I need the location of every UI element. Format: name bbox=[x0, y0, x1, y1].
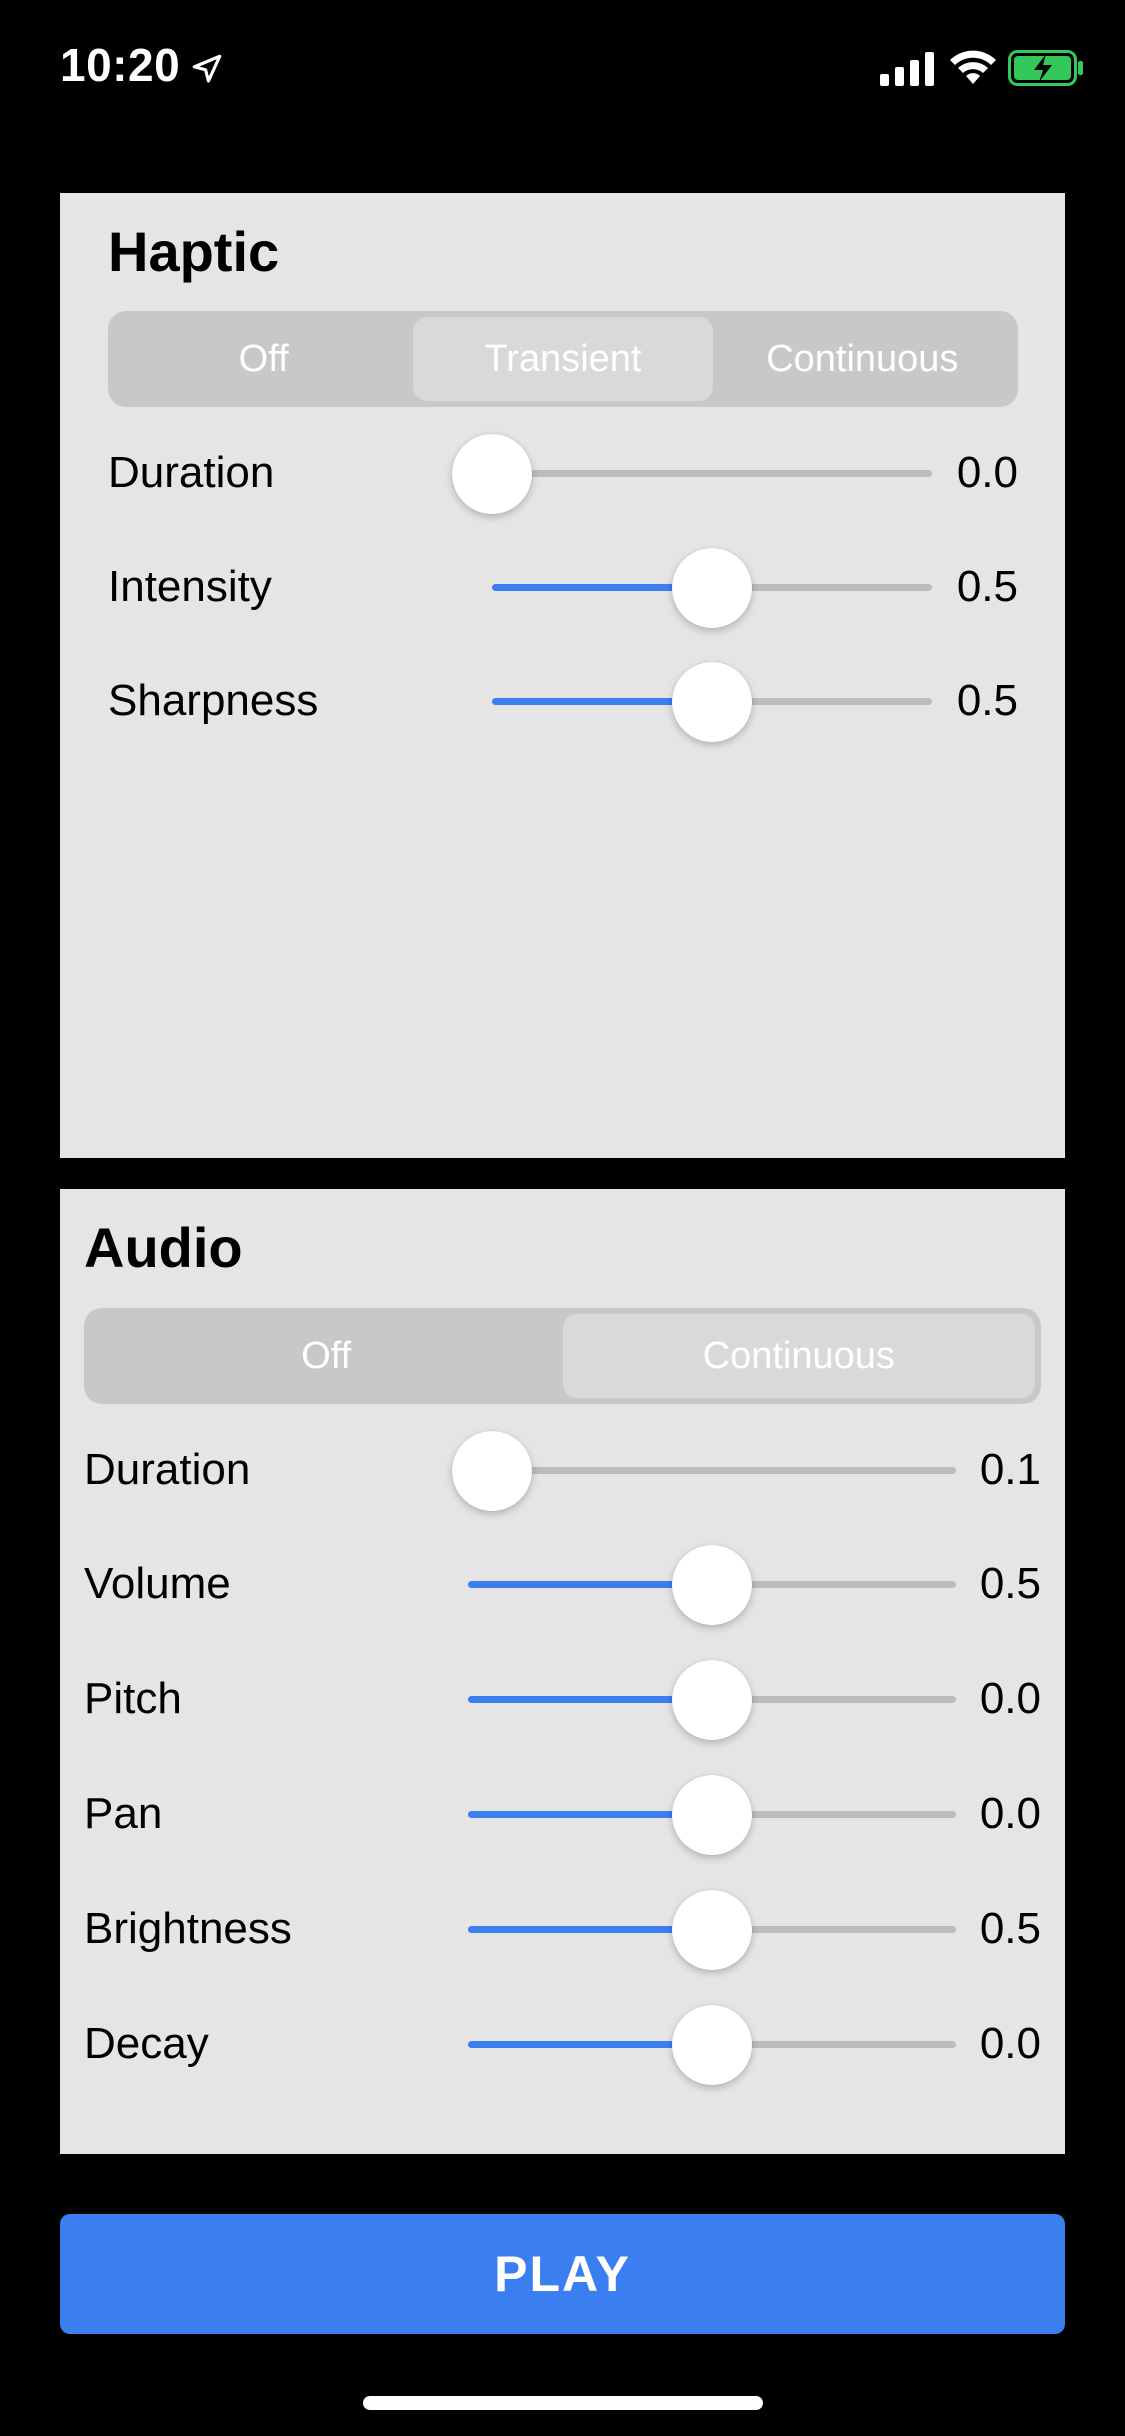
haptic-segment-continuous[interactable]: Continuous bbox=[713, 317, 1012, 401]
audio-pan-row: Pan 0.0 bbox=[84, 1769, 1041, 1859]
slider-thumb[interactable] bbox=[672, 661, 752, 742]
haptic-segment-transient[interactable]: Transient bbox=[413, 317, 713, 401]
slider-thumb[interactable] bbox=[452, 433, 532, 514]
play-button[interactable]: PLAY bbox=[60, 2214, 1065, 2334]
audio-brightness-label: Brightness bbox=[84, 1904, 292, 1953]
audio-pan-value: 0.0 bbox=[979, 1789, 1041, 1838]
haptic-intensity-label: Intensity bbox=[108, 562, 272, 611]
haptic-sharpness-value: 0.5 bbox=[956, 676, 1018, 725]
slider-thumb[interactable] bbox=[672, 1889, 752, 1970]
slider-thumb[interactable] bbox=[672, 547, 752, 628]
audio-pitch-value: 0.0 bbox=[979, 1674, 1041, 1723]
audio-title: Audio bbox=[84, 1216, 243, 1279]
audio-decay-row: Decay 0.0 bbox=[84, 1999, 1041, 2089]
haptic-duration-row: Duration 0.0 bbox=[108, 428, 1018, 518]
audio-panel: Audio Off Continuous Duration 0.1 Volume… bbox=[60, 1189, 1065, 2154]
haptic-intensity-row: Intensity 0.5 bbox=[108, 542, 1018, 632]
haptic-mode-segmented-control[interactable]: Off Transient Continuous bbox=[108, 311, 1018, 407]
audio-duration-value: 0.1 bbox=[979, 1445, 1041, 1494]
audio-decay-value: 0.0 bbox=[979, 2019, 1041, 2068]
audio-segment-continuous[interactable]: Continuous bbox=[562, 1314, 1035, 1398]
haptic-sharpness-row: Sharpness 0.5 bbox=[108, 656, 1018, 746]
haptic-title: Haptic bbox=[108, 220, 280, 283]
haptic-duration-value: 0.0 bbox=[956, 448, 1018, 497]
haptic-intensity-slider[interactable] bbox=[492, 547, 932, 628]
haptic-segment-off[interactable]: Off bbox=[114, 317, 413, 401]
battery-charging-icon bbox=[1008, 50, 1083, 86]
audio-volume-slider[interactable] bbox=[468, 1544, 956, 1625]
audio-mode-segmented-control[interactable]: Off Continuous bbox=[84, 1308, 1041, 1404]
haptic-duration-slider[interactable] bbox=[452, 433, 932, 514]
audio-volume-value: 0.5 bbox=[979, 1559, 1041, 1608]
audio-duration-label: Duration bbox=[84, 1445, 251, 1494]
audio-decay-label: Decay bbox=[84, 2019, 209, 2068]
haptic-sharpness-slider[interactable] bbox=[492, 661, 932, 742]
audio-duration-slider[interactable] bbox=[452, 1430, 956, 1511]
slider-thumb[interactable] bbox=[452, 1430, 533, 1511]
wifi-icon bbox=[950, 50, 996, 84]
audio-segment-off[interactable]: Off bbox=[90, 1314, 563, 1398]
audio-brightness-value: 0.5 bbox=[979, 1904, 1041, 1953]
status-time: 10:20 bbox=[60, 39, 181, 91]
slider-thumb[interactable] bbox=[672, 1774, 752, 1855]
audio-brightness-row: Brightness 0.5 bbox=[84, 1884, 1041, 1974]
audio-pitch-label: Pitch bbox=[84, 1674, 182, 1723]
audio-pitch-row: Pitch 0.0 bbox=[84, 1654, 1041, 1744]
audio-duration-row: Duration 0.1 bbox=[84, 1425, 1041, 1515]
audio-decay-slider[interactable] bbox=[468, 2004, 956, 2085]
haptic-panel: Haptic Off Transient Continuous Duration… bbox=[60, 193, 1065, 1158]
audio-volume-row: Volume 0.5 bbox=[84, 1539, 1041, 1629]
slider-thumb[interactable] bbox=[672, 1659, 752, 1740]
audio-pan-label: Pan bbox=[84, 1789, 163, 1838]
location-arrow-icon bbox=[192, 54, 222, 83]
haptic-intensity-value: 0.5 bbox=[956, 562, 1018, 611]
home-indicator[interactable] bbox=[363, 2396, 763, 2410]
audio-volume-label: Volume bbox=[84, 1559, 231, 1608]
audio-pan-slider[interactable] bbox=[468, 1774, 956, 1855]
haptic-sharpness-label: Sharpness bbox=[108, 676, 319, 725]
audio-pitch-slider[interactable] bbox=[468, 1659, 956, 1740]
audio-brightness-slider[interactable] bbox=[468, 1889, 956, 1970]
slider-thumb[interactable] bbox=[672, 1544, 752, 1625]
haptic-duration-label: Duration bbox=[108, 448, 275, 497]
status-bar: 10:20 bbox=[0, 0, 1125, 135]
cellular-signal-icon bbox=[880, 52, 934, 86]
slider-thumb[interactable] bbox=[672, 2004, 752, 2085]
